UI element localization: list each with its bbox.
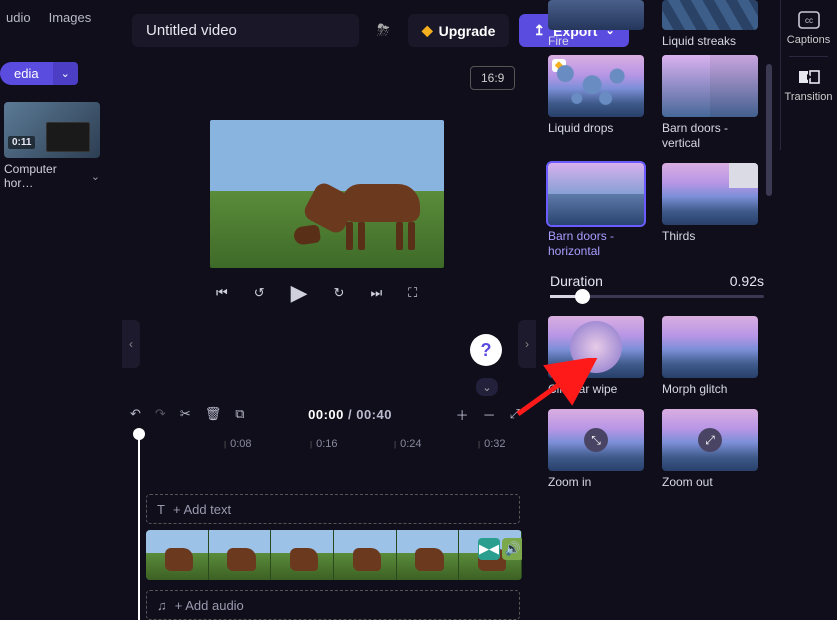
project-title-input[interactable] [132, 14, 359, 47]
upgrade-button[interactable]: ◆ Upgrade [408, 14, 510, 47]
play-button[interactable]: ▶ [291, 280, 308, 306]
media-clip[interactable]: 0:11 Computer hor… ⌄ [4, 102, 100, 190]
video-preview[interactable] [210, 120, 444, 268]
transition-label: Barn doors - horizontal [548, 229, 644, 259]
transition-card[interactable]: ◆ Liquid drops [548, 55, 644, 151]
slider-thumb[interactable] [575, 289, 590, 304]
skip-start-icon[interactable]: ⏮ [216, 285, 228, 301]
add-track-icon[interactable]: ＋ [456, 405, 469, 424]
zoom-out-icon[interactable]: － [483, 405, 496, 424]
ruler-tick: 0:24 [394, 438, 422, 450]
panel-collapse-handle[interactable]: ⌄ [476, 378, 498, 396]
ruler-tick: 0:08 [224, 438, 252, 450]
duplicate-icon[interactable]: ⧉ [235, 406, 244, 422]
transition-card[interactable]: Morph glitch [662, 316, 758, 397]
transition-thumb [662, 316, 758, 378]
audio-track[interactable]: ♫ + Add audio [146, 590, 520, 620]
skip-end-icon[interactable]: ⏭ [370, 285, 382, 301]
duration-slider[interactable] [542, 295, 772, 298]
media-filter-dropdown[interactable]: ⌄ [53, 62, 78, 85]
transition-icon [797, 67, 821, 87]
premium-badge-icon: ◆ [552, 59, 566, 72]
transition-thumb: ◆ [548, 55, 644, 117]
transition-label: Zoom in [548, 475, 644, 490]
help-button[interactable]: ? [470, 334, 502, 366]
zoom-in-icon: ⤡ [584, 428, 608, 452]
transition-card[interactable]: Liquid streaks [662, 0, 758, 49]
media-thumbnail: 0:11 [4, 102, 100, 158]
transition-label: Liquid drops [548, 121, 644, 136]
duration-label: Duration [550, 273, 603, 289]
transition-label: Morph glitch [662, 382, 758, 397]
transitions-panel: Fire Liquid streaks ◆ Liquid drops Barn … [542, 0, 772, 620]
add-text-label: + Add text [173, 502, 231, 517]
chevron-down-icon: ⌄ [61, 68, 70, 80]
duration-value: 0.92s [730, 273, 764, 289]
transition-thumb [662, 55, 758, 117]
nav-images[interactable]: Images [49, 10, 92, 25]
transition-label: Liquid streaks [662, 34, 758, 49]
undo-icon[interactable]: ↶ [130, 406, 141, 422]
captions-tab[interactable]: cc Captions [781, 0, 836, 56]
diamond-icon: ◆ [422, 22, 433, 39]
transition-card[interactable]: Fire [548, 0, 644, 49]
transition-label: Barn doors - vertical [662, 121, 758, 151]
collapse-right-handle[interactable]: › [518, 320, 536, 368]
transition-label: Transition [785, 91, 833, 103]
fit-timeline-icon[interactable]: ⤢ [510, 406, 520, 422]
panel-scrollbar[interactable] [766, 64, 772, 196]
upgrade-label: Upgrade [439, 23, 496, 39]
add-audio-label: + Add audio [175, 598, 244, 613]
timeline-time: 00:00 / 00:40 [308, 407, 392, 422]
media-filter[interactable]: edia [0, 62, 53, 85]
captions-icon: cc [797, 10, 821, 30]
captions-label: Captions [787, 34, 830, 46]
fullscreen-icon[interactable]: ⛶ [408, 285, 417, 301]
transition-label: Fire [548, 34, 644, 49]
transition-card[interactable]: ⤢ Zoom out [662, 409, 758, 490]
video-track-clip[interactable]: ▶◀ 🔊 [146, 530, 522, 580]
transition-thumb [548, 316, 644, 378]
redo-icon[interactable]: ↷ [155, 406, 166, 422]
transition-tab[interactable]: Transition [781, 57, 836, 113]
transition-label: Thirds [662, 229, 758, 244]
zoom-out-icon: ⤢ [698, 428, 722, 452]
transition-label: Zoom out [662, 475, 758, 490]
transition-indicator-icon[interactable]: ▶◀ [478, 538, 500, 560]
transition-thumb [662, 0, 758, 30]
transition-card[interactable]: Barn doors - vertical [662, 55, 758, 151]
svg-text:cc: cc [805, 16, 813, 25]
media-duration: 0:11 [8, 136, 35, 149]
chevron-down-icon[interactable]: ⌄ [91, 170, 100, 183]
transition-thumb [548, 0, 644, 30]
aspect-ratio-badge[interactable]: 16:9 [470, 66, 515, 90]
timeline-ruler[interactable]: 0:08 0:16 0:24 0:32 [130, 434, 522, 456]
nav-audio[interactable]: udio [6, 10, 31, 25]
transition-thumb: ⤢ [662, 409, 758, 471]
text-track[interactable]: T + Add text [146, 494, 520, 524]
transition-card[interactable]: ⤡ Zoom in [548, 409, 644, 490]
transition-thumb: ⤡ [548, 409, 644, 471]
trash-icon[interactable]: 🗑 [205, 406, 222, 422]
transition-card[interactable]: Thirds [662, 163, 758, 259]
ruler-tick: 0:16 [310, 438, 338, 450]
clip-audio-icon[interactable]: 🔊 [502, 538, 522, 560]
transition-thumb [548, 163, 644, 225]
rewind-5-icon[interactable]: ↺ [254, 285, 265, 301]
forward-5-icon[interactable]: ↻ [334, 285, 345, 301]
collapse-left-handle[interactable]: ‹ [122, 320, 140, 368]
cloud-off-icon[interactable]: ⛈ [369, 16, 398, 46]
music-icon: ♫ [157, 598, 167, 613]
media-name: Computer hor… [4, 162, 87, 190]
scissors-icon[interactable]: ✂ [180, 406, 191, 422]
playhead[interactable] [138, 430, 140, 620]
transition-card[interactable]: Barn doors - horizontal [548, 163, 644, 259]
ruler-tick: 0:32 [478, 438, 506, 450]
transition-label: Circular wipe [548, 382, 644, 397]
transition-card[interactable]: Circular wipe [548, 316, 644, 397]
transition-thumb [662, 163, 758, 225]
text-icon: T [157, 502, 165, 517]
